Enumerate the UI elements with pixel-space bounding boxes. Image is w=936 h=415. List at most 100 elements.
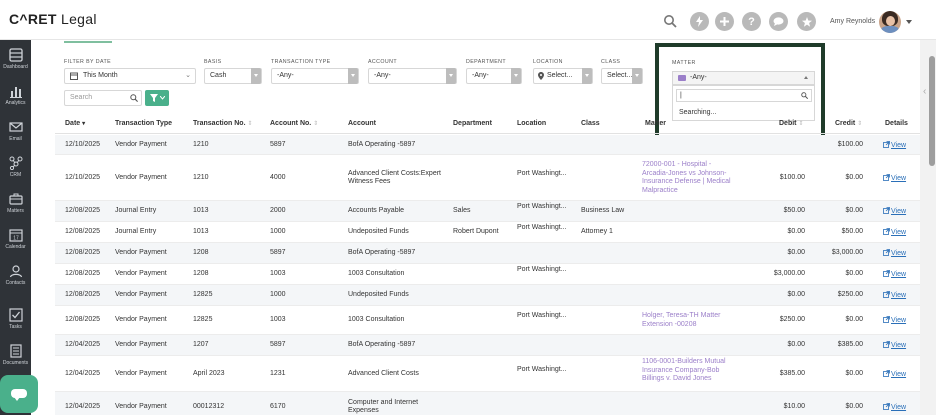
table-row[interactable]: 12/10/2025 Vendor Payment 1210 4000 Advanced… (55, 155, 920, 201)
chevron-down-icon: ⌄ (185, 72, 191, 79)
sidebar-item-email[interactable]: Email (0, 116, 31, 150)
cell-transaction-no: 1208 (193, 249, 209, 257)
column-header-details[interactable]: Details (885, 120, 908, 127)
column-header-date[interactable]: Date ▾ (65, 120, 85, 127)
sidebar-item-contacts[interactable]: Contacts (0, 260, 31, 294)
view-link[interactable]: View (883, 270, 906, 280)
bolt-icon[interactable] (690, 12, 709, 31)
column-header-transaction-type[interactable]: Transaction Type (115, 120, 172, 127)
cell-account: BofA Operating -5897 (348, 140, 416, 148)
view-link[interactable]: View (883, 140, 906, 151)
date-filter-select[interactable]: This Month ⌄ (64, 68, 196, 84)
sidebar-item-tasks[interactable]: Tasks (0, 304, 31, 338)
table-row[interactable]: 12/10/2025 Vendor Payment 1210 5897 BofA Ope… (55, 135, 920, 155)
sidebar-item-dashboard[interactable]: Dashboard (0, 44, 31, 78)
logo-sub: Legal (56, 11, 97, 27)
table-row[interactable]: 12/08/2025 Vendor Payment 12825 1003 1003 Co… (55, 306, 920, 335)
cell-debit: $0.00 (787, 341, 805, 349)
table-row[interactable]: 12/08/2025 Vendor Payment 1208 1003 1003 Con… (55, 264, 920, 285)
column-header-department[interactable]: Department (453, 120, 492, 127)
cell-account: BofA Operating -5897 (348, 249, 416, 257)
chevron-down-icon[interactable] (906, 20, 912, 24)
table-row[interactable]: 12/08/2025 Journal Entry 1013 2000 Accounts … (55, 201, 920, 222)
chat-icon[interactable] (769, 12, 788, 31)
sidebar-item-crm[interactable]: CRM (0, 152, 31, 186)
filter-button[interactable] (145, 90, 169, 106)
view-link[interactable]: View (883, 316, 906, 326)
cell-transaction-no: 1207 (193, 341, 209, 349)
external-link-icon (883, 341, 890, 349)
user-name[interactable]: Amy Reynolds (830, 18, 875, 25)
column-header-matter[interactable]: Matter (645, 120, 666, 127)
column-header-location[interactable]: Location (517, 120, 546, 127)
column-label: Account No. (270, 120, 312, 127)
star-icon[interactable] (797, 12, 816, 31)
tasks-icon (8, 308, 23, 322)
table-row[interactable]: 12/08/2025 Vendor Payment 1208 5897 BofA Ope… (55, 243, 920, 264)
column-header-class[interactable]: Class (581, 120, 600, 127)
sidebar-item-documents[interactable]: Documents (0, 340, 31, 374)
active-tab-indicator (64, 41, 112, 43)
view-link[interactable]: View (883, 207, 906, 217)
basis-select[interactable]: Cash (204, 68, 262, 84)
dropdown-arrow-icon (348, 68, 358, 84)
view-link[interactable]: View (883, 369, 906, 380)
matter-label: MATTER (672, 60, 696, 66)
account-value: -Any- (374, 72, 391, 79)
transaction-type-value: -Any- (277, 72, 294, 79)
sidebar: Dashboard Analytics Email CRM Matters 17… (0, 40, 31, 415)
view-link[interactable]: View (883, 173, 906, 184)
sidebar-item-calendar[interactable]: 17 Calendar (0, 224, 31, 258)
sidebar-item-label: CRM (9, 172, 22, 178)
dropdown-arrow-icon (511, 68, 521, 84)
class-select[interactable]: Select... (601, 68, 643, 84)
cell-transaction-type: Vendor Payment (115, 316, 167, 324)
table-row[interactable]: 12/04/2025 Vendor Payment 00012312 6170 Comp… (55, 392, 920, 415)
location-select[interactable]: Select... (533, 68, 593, 84)
department-select[interactable]: -Any- (466, 68, 522, 84)
column-header-account[interactable]: Account (348, 120, 376, 127)
cell-debit: $10.00 (783, 402, 805, 410)
cell-account: Advanced Client Costs:Expert Witness Fee… (348, 169, 441, 186)
search-input[interactable]: Search (64, 90, 142, 106)
view-link[interactable]: View (883, 228, 906, 238)
department-value: -Any- (472, 72, 489, 79)
column-label: Transaction No. (193, 120, 246, 127)
column-header-debit[interactable]: Debit ⇕ (779, 120, 803, 127)
cell-matter[interactable]: 72000-001 - Hospital - Arcadia-Jones vs … (642, 161, 734, 195)
view-link[interactable]: View (883, 341, 906, 351)
search-icon[interactable] (663, 14, 677, 28)
column-header-transaction-no[interactable]: Transaction No. ⇕ (193, 120, 253, 127)
table-row[interactable]: 12/04/2025 Vendor Payment April 2023 1231 Ad… (55, 356, 920, 392)
chevron-left-icon[interactable]: ‹ (923, 86, 926, 97)
table-row[interactable]: 12/08/2025 Vendor Payment 12825 1000 Undepos… (55, 285, 920, 306)
account-select[interactable]: -Any- (368, 68, 457, 84)
external-link-icon (883, 402, 890, 410)
support-chat-button[interactable] (0, 375, 38, 413)
crm-icon (9, 156, 22, 170)
cell-transaction-type: Vendor Payment (115, 173, 167, 181)
table-row[interactable]: 12/04/2025 Vendor Payment 1207 5897 BofA Ope… (55, 335, 920, 356)
transaction-type-select[interactable]: -Any- (271, 68, 359, 84)
column-header-account-no[interactable]: Account No. ⇕ (270, 120, 318, 127)
view-link[interactable]: View (883, 402, 906, 413)
cell-transaction-type: Vendor Payment (115, 140, 167, 148)
matter-select[interactable]: -Any- (672, 71, 815, 85)
cell-matter[interactable]: 1106-0001-Builders Mutual Insurance Comp… (642, 358, 734, 384)
column-header-credit[interactable]: Credit ⇕ (835, 120, 862, 127)
help-icon[interactable]: ? (742, 12, 761, 31)
matter-search-input[interactable]: | (676, 89, 812, 102)
chevron-down-icon (160, 96, 165, 100)
app-logo[interactable]: C^RET Legal (9, 11, 97, 27)
sidebar-item-matters[interactable]: Matters (0, 188, 31, 222)
sidebar-item-analytics[interactable]: Analytics (0, 80, 31, 114)
external-link-icon (883, 369, 890, 377)
sidebar-item-label: Contacts (5, 280, 26, 286)
view-link[interactable]: View (883, 249, 906, 259)
view-link[interactable]: View (883, 291, 906, 301)
dropdown-arrow-icon (446, 68, 456, 84)
avatar[interactable] (879, 11, 901, 33)
cell-matter[interactable]: Holger, Teresa-TH Matter Extension -0020… (642, 312, 734, 329)
plus-icon[interactable] (715, 12, 734, 31)
table-row[interactable]: 12/08/2025 Journal Entry 1013 1000 Undeposit… (55, 222, 920, 243)
